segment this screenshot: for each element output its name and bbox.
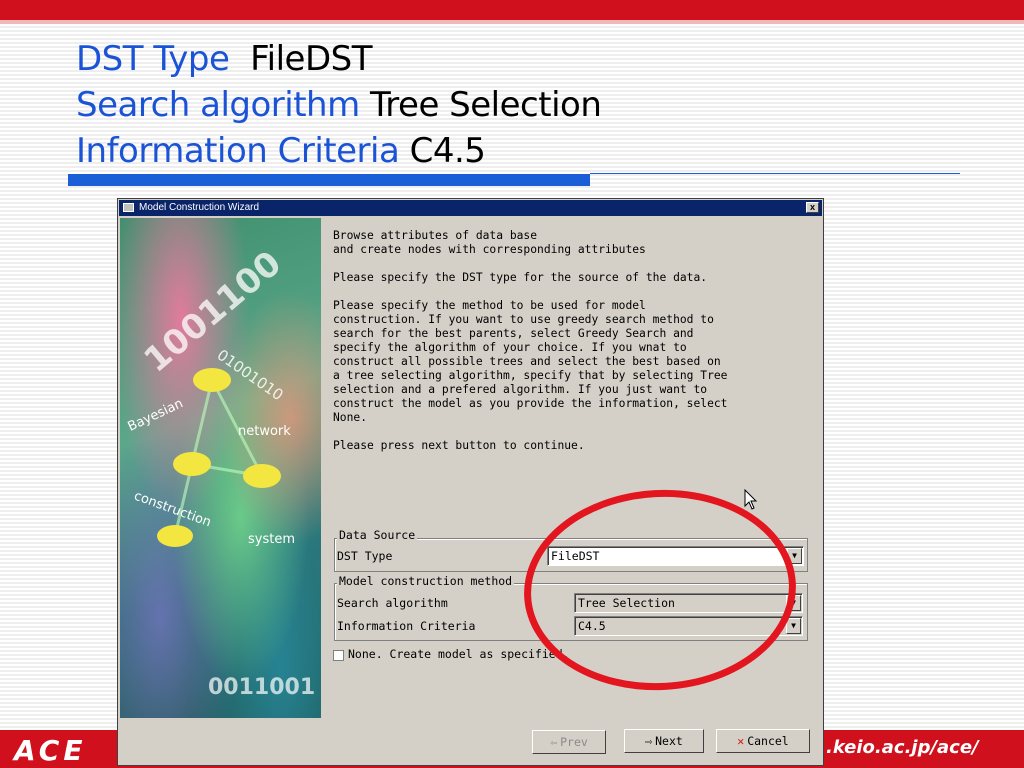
prev-button-label: Prev	[560, 735, 588, 749]
data-source-legend: Data Source	[337, 528, 418, 542]
arrow-left-icon: ⇦	[550, 735, 558, 749]
model-construction-wizard-window: Model Construction Wizard x 1001100 0100…	[117, 198, 824, 766]
heading-value: FileDST	[250, 39, 372, 79]
app-icon	[123, 203, 134, 212]
arrow-right-icon: ⇨	[645, 734, 653, 748]
prev-button[interactable]: ⇦ Prev	[532, 730, 606, 754]
heading-value: Tree Selection	[370, 85, 602, 125]
heading-line-search-algorithm: Search algorithm Tree Selection	[76, 82, 602, 128]
next-button[interactable]: ⇨ Next	[624, 729, 704, 753]
heading-line-information-criteria: Information Criteria C4.5	[76, 128, 601, 174]
cancel-button[interactable]: ✕ Cancel	[716, 729, 810, 753]
method-legend: Model construction method	[337, 574, 515, 588]
heading-label: Search algorithm	[76, 85, 360, 125]
wizard-banner-image: 1001100 01001010 Bayesian network constr…	[120, 218, 321, 718]
close-icon: x	[809, 202, 815, 212]
art-binary-bottom: 0011001	[208, 675, 316, 700]
none-checkbox[interactable]	[333, 650, 344, 661]
footer-url: .keio.ac.jp/ace/	[826, 737, 979, 758]
heading-line-dst-type: DST Type FileDST	[76, 36, 601, 82]
heading-label: Information Criteria	[76, 131, 400, 171]
heading-divider-thin	[590, 173, 960, 174]
instruction-paragraph: Please press next button to continue.	[333, 439, 585, 452]
search-algorithm-label: Search algorithm	[337, 596, 448, 610]
heading-divider-thick	[68, 174, 590, 186]
window-title: Model Construction Wizard	[139, 202, 260, 213]
chevron-down-icon[interactable]: ▼	[786, 618, 801, 634]
heading-value: C4.5	[409, 131, 486, 171]
instruction-paragraph: Please specify the DST type for the sour…	[333, 271, 708, 284]
mouse-pointer-icon	[744, 489, 758, 510]
art-word-network: network	[238, 424, 291, 439]
instructions-panel: Browse attributes of data base and creat…	[333, 229, 813, 467]
slide-heading: DST Type FileDST Search algorithm Tree S…	[76, 36, 602, 174]
next-button-label: Next	[655, 734, 683, 748]
information-criteria-label: Information Criteria	[337, 619, 476, 633]
close-button[interactable]: x	[806, 202, 819, 213]
instruction-paragraph: Please specify the method to be used for…	[333, 299, 728, 424]
window-titlebar[interactable]: Model Construction Wizard x	[119, 200, 822, 216]
ace-logo: ACE	[14, 734, 87, 767]
none-checkbox-label[interactable]: None. Create model as specified.	[348, 647, 570, 661]
cancel-x-icon: ✕	[737, 734, 745, 748]
instruction-paragraph: Browse attributes of data base and creat…	[333, 229, 646, 256]
top-accent-bar	[0, 0, 1024, 20]
heading-label: DST Type	[76, 39, 230, 79]
cancel-button-label: Cancel	[747, 734, 789, 748]
top-accent-shade	[0, 20, 1024, 24]
dst-type-label: DST Type	[337, 549, 393, 563]
art-word-system: system	[248, 532, 295, 547]
